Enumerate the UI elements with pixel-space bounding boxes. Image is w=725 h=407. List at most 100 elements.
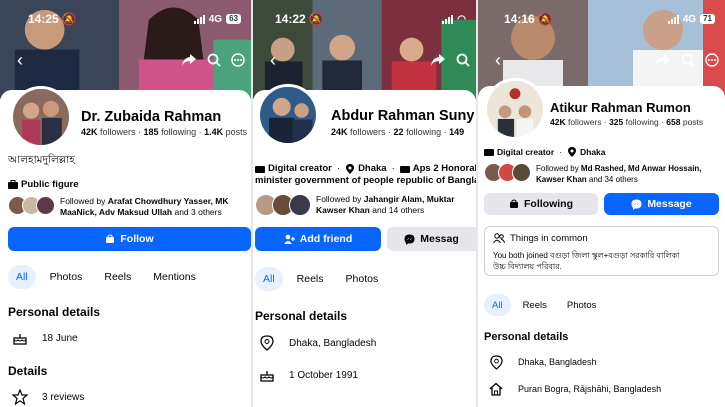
signal-icon xyxy=(442,14,454,24)
common-title: Things in common xyxy=(510,233,588,244)
people-icon xyxy=(493,233,505,244)
following-button[interactable]: Following xyxy=(484,193,598,215)
wifi-icon: ◠ xyxy=(457,13,466,25)
tab-all[interactable]: All xyxy=(255,267,283,291)
personal-details-title: Personal details xyxy=(8,305,101,319)
message-button[interactable]: Message xyxy=(604,193,719,215)
profile-name: Atikur Rahman Rumon xyxy=(550,100,691,115)
profile-avatar[interactable] xyxy=(10,86,72,148)
tab-all[interactable]: All xyxy=(484,294,511,316)
reviews-row[interactable]: 3 reviews xyxy=(12,389,84,405)
back-arrow-icon[interactable]: ‹ xyxy=(10,50,30,71)
common-text-line1: You both joined বগুড়া জিলা স্কুল+বগুড়া… xyxy=(493,251,680,260)
share-icon[interactable] xyxy=(655,53,671,67)
battery-indicator: 63 xyxy=(226,14,241,24)
tab-photos[interactable]: Photos xyxy=(559,294,605,316)
search-icon[interactable] xyxy=(681,53,695,67)
star-icon xyxy=(12,389,28,405)
birthday-cake-icon xyxy=(12,330,28,346)
category-icon xyxy=(484,149,494,156)
mutual-avatar xyxy=(289,194,311,216)
birthday-row: 18 June xyxy=(12,330,78,346)
work-row: minister government of people republic o… xyxy=(255,175,478,186)
search-icon[interactable] xyxy=(207,53,221,67)
profile-nav: ‹ xyxy=(253,48,476,72)
profile-stats: 42K followers · 325 following · 658 post… xyxy=(550,117,704,127)
status-time: 14:22 xyxy=(275,12,306,26)
profile-stats: 24K followers · 22 following · 149 xyxy=(331,127,465,137)
signal-icon xyxy=(193,14,205,24)
avatar-image xyxy=(487,81,543,137)
profile-stats: 42K followers · 185 following · 1.4K pos… xyxy=(81,127,248,137)
profile-tabs: All Reels Photos xyxy=(255,267,386,291)
avatar-image xyxy=(13,89,69,145)
follow-button[interactable]: Follow xyxy=(8,227,251,251)
intro-row: Digital creator · Dhaka xyxy=(484,147,606,157)
following-icon xyxy=(510,199,518,208)
tab-photos[interactable]: Photos xyxy=(338,267,387,291)
tab-all[interactable]: All xyxy=(8,265,36,289)
birthday-cake-icon xyxy=(259,367,275,383)
profile-screen-suny: 14:22 🔕 ◠ ‹ Abdur Rahman Suny 24K follow… xyxy=(253,0,478,407)
intro-row: Digital creator · Dhaka · Aps 2 Honorabl… xyxy=(255,163,476,174)
messenger-icon xyxy=(631,199,642,210)
hometown-row: Puran Bogra, Rājshāhi, Bangladesh xyxy=(488,381,661,397)
search-icon[interactable] xyxy=(456,53,470,67)
tab-reels[interactable]: Reels xyxy=(515,294,555,316)
location-pin-icon xyxy=(488,354,504,370)
city-row: Dhaka, Bangladesh xyxy=(259,335,376,351)
profile-screenshots-collage: 14:25 🔕 4G 63 ‹ Dr. Zubaida Rahman 42K f… xyxy=(0,0,725,407)
details-title: Details xyxy=(8,364,48,378)
share-icon[interactable] xyxy=(181,53,197,67)
profile-avatar[interactable] xyxy=(484,78,546,140)
network-type: 4G xyxy=(208,13,223,25)
category-row: Public figure xyxy=(8,179,79,190)
avatar-image xyxy=(260,87,316,143)
things-in-common-card[interactable]: Things in common You both joined বগুড়া … xyxy=(484,226,719,276)
battery-indicator: 71 xyxy=(700,14,715,24)
common-text-line2: উচ্চ বিদ্যালয় পরিবার. xyxy=(493,262,562,271)
location-pin-icon xyxy=(346,163,355,174)
signal-icon xyxy=(667,14,679,24)
tab-mentions[interactable]: Mentions xyxy=(145,265,204,289)
status-time: 14:16 xyxy=(504,12,535,26)
home-icon xyxy=(488,381,504,397)
network-type: 4G xyxy=(682,13,697,25)
mute-bell-icon: 🔕 xyxy=(308,12,324,26)
mute-bell-icon: 🔕 xyxy=(61,12,77,26)
location-pin-icon xyxy=(259,335,275,351)
message-button[interactable]: Messag xyxy=(387,227,476,251)
back-arrow-icon[interactable]: ‹ xyxy=(488,50,508,71)
followed-by[interactable]: Followed by Md Rashed, Md Anwar Hossain,… xyxy=(484,163,702,185)
profile-nav: ‹ xyxy=(0,48,251,72)
profile-tabs: All Photos Reels Mentions xyxy=(8,265,204,289)
more-options-icon[interactable] xyxy=(231,53,245,67)
mutual-avatars xyxy=(255,194,311,216)
status-bar: 14:25 🔕 4G 63 xyxy=(0,10,251,28)
messenger-icon xyxy=(404,234,415,245)
tab-photos[interactable]: Photos xyxy=(42,265,91,289)
personal-details-title: Personal details xyxy=(255,309,348,323)
tab-reels[interactable]: Reels xyxy=(289,267,332,291)
category-icon xyxy=(8,179,18,189)
followed-by[interactable]: Followed by Jahangir Alam, Muktar Kawser… xyxy=(255,194,455,216)
mutual-avatars xyxy=(8,196,55,215)
profile-name: Abdur Rahman Suny xyxy=(331,108,475,124)
followed-by[interactable]: Followed by Arafat Chowdhury Yasser, MK … xyxy=(8,196,229,218)
birthday-row: 1 October 1991 xyxy=(259,367,358,383)
city-row: Dhaka, Bangladesh xyxy=(488,354,597,370)
category-icon xyxy=(255,165,265,173)
status-bar: 14:22 🔕 ◠ xyxy=(253,10,476,28)
add-friend-button[interactable]: Add friend xyxy=(255,227,381,251)
profile-avatar[interactable] xyxy=(257,84,319,146)
share-icon[interactable] xyxy=(430,53,446,67)
back-arrow-icon[interactable]: ‹ xyxy=(263,50,283,71)
mutual-avatars xyxy=(484,163,531,182)
profile-tabs: All Reels Photos xyxy=(484,294,604,316)
profile-nav: ‹ xyxy=(478,48,725,72)
more-options-icon[interactable] xyxy=(705,53,719,67)
status-time: 14:25 xyxy=(28,12,59,26)
profile-screen-rumon: 14:16 🔕 4G 71 ‹ Atikur Rahman Rumon 42K … xyxy=(478,0,725,407)
mutual-avatar xyxy=(512,163,531,182)
tab-reels[interactable]: Reels xyxy=(96,265,139,289)
